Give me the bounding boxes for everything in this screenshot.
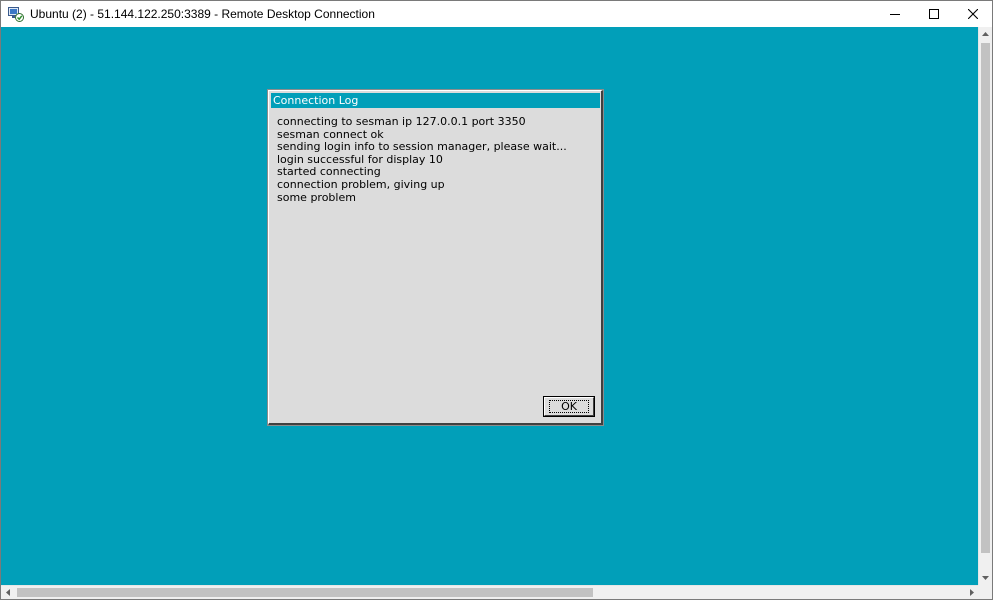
remote-desktop-icon[interactable] (8, 6, 24, 22)
horizontal-scrollbar[interactable] (1, 585, 979, 599)
connection-log-dialog: Connection Log connecting to sesman ip 1… (267, 89, 604, 426)
window-controls (875, 1, 992, 27)
window-title: Ubuntu (2) - 51.144.122.250:3389 - Remot… (30, 7, 375, 21)
log-line: some problem (277, 190, 356, 204)
chevron-up-icon (982, 32, 989, 36)
chevron-left-icon (6, 589, 10, 596)
dialog-title[interactable]: Connection Log (271, 93, 600, 108)
close-icon (967, 9, 978, 19)
maximize-button[interactable] (914, 1, 953, 27)
remote-desktop-area[interactable]: Connection Log connecting to sesman ip 1… (1, 27, 979, 585)
close-button[interactable] (953, 1, 992, 27)
log-line: sending login info to session manager, p… (277, 140, 567, 154)
scroll-down-arrow[interactable] (979, 571, 992, 585)
vertical-scrollbar[interactable] (978, 27, 992, 585)
scroll-up-arrow[interactable] (979, 27, 992, 41)
minimize-icon (889, 14, 900, 15)
scroll-right-arrow[interactable] (965, 586, 979, 599)
remote-desktop-window: Ubuntu (2) - 51.144.122.250:3389 - Remot… (0, 0, 993, 600)
chevron-right-icon (970, 589, 974, 596)
ok-button[interactable]: OK (543, 396, 595, 417)
scroll-left-arrow[interactable] (1, 586, 15, 599)
ok-button-label: OK (549, 400, 589, 413)
scrollbar-corner (978, 585, 992, 599)
horizontal-scroll-thumb[interactable] (17, 588, 593, 597)
maximize-icon (928, 9, 939, 19)
chevron-down-icon (982, 576, 989, 580)
log-line: connection problem, giving up (277, 177, 445, 191)
log-line: connecting to sesman ip 127.0.0.1 port 3… (277, 115, 526, 128)
connection-log: connecting to sesman ip 127.0.0.1 port 3… (277, 115, 595, 204)
title-bar[interactable]: Ubuntu (2) - 51.144.122.250:3389 - Remot… (1, 1, 992, 27)
minimize-button[interactable] (875, 1, 914, 27)
vertical-scroll-thumb[interactable] (981, 43, 990, 553)
